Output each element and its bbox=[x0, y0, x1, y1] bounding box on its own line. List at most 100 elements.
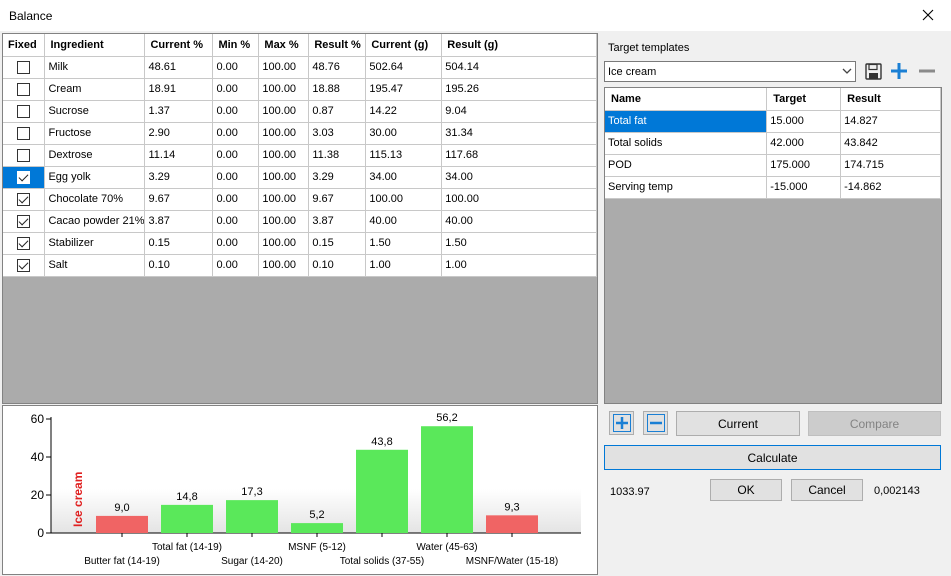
col-name-header[interactable]: Name bbox=[605, 88, 768, 111]
calculate-button[interactable]: Calculate bbox=[604, 445, 941, 470]
target-target-cell[interactable]: 15.000 bbox=[766, 110, 842, 133]
current-button[interactable]: Current bbox=[676, 411, 800, 436]
col-max-pct-header[interactable]: Max % bbox=[258, 34, 310, 57]
max-pct-cell[interactable]: 100.00 bbox=[258, 188, 310, 211]
remove-target-button[interactable] bbox=[643, 411, 668, 435]
current-pct-cell[interactable]: 0.10 bbox=[144, 254, 214, 277]
target-result-cell[interactable]: 43.842 bbox=[840, 132, 941, 155]
current-pct-cell[interactable]: 9.67 bbox=[144, 188, 214, 211]
add-target-button[interactable] bbox=[609, 411, 634, 435]
ingredient-cell[interactable]: Milk bbox=[44, 56, 146, 79]
result-pct-cell[interactable]: 0.15 bbox=[308, 232, 367, 255]
current-g-cell[interactable]: 34.00 bbox=[365, 166, 443, 189]
result-g-cell[interactable]: 1.50 bbox=[441, 232, 597, 255]
table-row[interactable]: POD 175.000 174.715 bbox=[605, 154, 941, 177]
target-name-cell[interactable]: Serving temp bbox=[605, 176, 768, 199]
result-pct-cell[interactable]: 0.87 bbox=[308, 100, 367, 123]
target-name-cell[interactable]: Total solids bbox=[605, 132, 768, 155]
fixed-cell[interactable] bbox=[3, 122, 46, 145]
col-min-pct-header[interactable]: Min % bbox=[212, 34, 260, 57]
fixed-cell[interactable] bbox=[3, 188, 46, 211]
current-pct-cell[interactable]: 0.15 bbox=[144, 232, 214, 255]
min-pct-cell[interactable]: 0.00 bbox=[212, 100, 260, 123]
result-pct-cell[interactable]: 11.38 bbox=[308, 144, 367, 167]
col-current-pct-header[interactable]: Current % bbox=[144, 34, 214, 57]
current-pct-cell[interactable]: 3.29 bbox=[144, 166, 214, 189]
result-pct-cell[interactable]: 9.67 bbox=[308, 188, 367, 211]
current-pct-cell[interactable]: 1.37 bbox=[144, 100, 214, 123]
table-row[interactable]: Total fat 15.000 14.827 bbox=[605, 110, 941, 133]
result-pct-cell[interactable]: 0.10 bbox=[308, 254, 367, 277]
min-pct-cell[interactable]: 0.00 bbox=[212, 188, 260, 211]
compare-button[interactable]: Compare bbox=[808, 411, 941, 436]
current-g-cell[interactable]: 100.00 bbox=[365, 188, 443, 211]
fixed-cell[interactable] bbox=[3, 56, 46, 79]
max-pct-cell[interactable]: 100.00 bbox=[258, 144, 310, 167]
fixed-checkbox[interactable] bbox=[17, 170, 31, 184]
fixed-cell[interactable] bbox=[3, 78, 46, 101]
current-pct-cell[interactable]: 2.90 bbox=[144, 122, 214, 145]
target-result-cell[interactable]: 14.827 bbox=[840, 110, 941, 133]
max-pct-cell[interactable]: 100.00 bbox=[258, 210, 310, 233]
result-pct-cell[interactable]: 3.03 bbox=[308, 122, 367, 145]
target-target-cell[interactable]: 175.000 bbox=[766, 154, 842, 177]
current-pct-cell[interactable]: 48.61 bbox=[144, 56, 214, 79]
table-row[interactable]: Total solids 42.000 43.842 bbox=[605, 132, 941, 155]
current-g-cell[interactable]: 40.00 bbox=[365, 210, 443, 233]
col-ingredient-header[interactable]: Ingredient bbox=[44, 34, 146, 57]
col-result-g-header[interactable]: Result (g) bbox=[441, 34, 597, 57]
max-pct-cell[interactable]: 100.00 bbox=[258, 232, 310, 255]
target-target-cell[interactable]: -15.000 bbox=[766, 176, 842, 199]
current-g-cell[interactable]: 14.22 bbox=[365, 100, 443, 123]
min-pct-cell[interactable]: 0.00 bbox=[212, 78, 260, 101]
target-result-cell[interactable]: 174.715 bbox=[840, 154, 941, 177]
max-pct-cell[interactable]: 100.00 bbox=[258, 56, 310, 79]
min-pct-cell[interactable]: 0.00 bbox=[212, 122, 260, 145]
min-pct-cell[interactable]: 0.00 bbox=[212, 254, 260, 277]
fixed-cell[interactable] bbox=[3, 166, 46, 189]
min-pct-cell[interactable]: 0.00 bbox=[212, 166, 260, 189]
result-pct-cell[interactable]: 3.87 bbox=[308, 210, 367, 233]
ingredient-cell[interactable]: Sucrose bbox=[44, 100, 146, 123]
table-row[interactable]: Cream 18.91 0.00 100.00 18.88 195.47 195.26 bbox=[3, 78, 597, 101]
fixed-checkbox[interactable] bbox=[17, 148, 31, 162]
col-current-g-header[interactable]: Current (g) bbox=[365, 34, 443, 57]
save-template-button[interactable] bbox=[863, 61, 883, 81]
fixed-checkbox[interactable] bbox=[17, 104, 31, 118]
current-g-cell[interactable]: 1.00 bbox=[365, 254, 443, 277]
max-pct-cell[interactable]: 100.00 bbox=[258, 122, 310, 145]
result-pct-cell[interactable]: 18.88 bbox=[308, 78, 367, 101]
target-target-cell[interactable]: 42.000 bbox=[766, 132, 842, 155]
result-pct-cell[interactable]: 48.76 bbox=[308, 56, 367, 79]
ingredient-cell[interactable]: Egg yolk bbox=[44, 166, 146, 189]
table-row[interactable]: Dextrose 11.14 0.00 100.00 11.38 115.13 117.68 bbox=[3, 144, 597, 167]
ingredient-cell[interactable]: Cacao powder 21% bbox=[44, 210, 146, 233]
result-g-cell[interactable]: 117.68 bbox=[441, 144, 597, 167]
max-pct-cell[interactable]: 100.00 bbox=[258, 100, 310, 123]
min-pct-cell[interactable]: 0.00 bbox=[212, 210, 260, 233]
table-row[interactable]: Milk 48.61 0.00 100.00 48.76 502.64 504.14 bbox=[3, 56, 597, 79]
max-pct-cell[interactable]: 100.00 bbox=[258, 254, 310, 277]
result-g-cell[interactable]: 40.00 bbox=[441, 210, 597, 233]
result-pct-cell[interactable]: 3.29 bbox=[308, 166, 367, 189]
result-g-cell[interactable]: 100.00 bbox=[441, 188, 597, 211]
table-row[interactable]: Chocolate 70% 9.67 0.00 100.00 9.67 100.00 100… bbox=[3, 188, 597, 211]
min-pct-cell[interactable]: 0.00 bbox=[212, 232, 260, 255]
result-g-cell[interactable]: 504.14 bbox=[441, 56, 597, 79]
col-result-header[interactable]: Result bbox=[840, 88, 941, 111]
close-button[interactable] bbox=[911, 2, 945, 28]
current-g-cell[interactable]: 502.64 bbox=[365, 56, 443, 79]
fixed-checkbox[interactable] bbox=[17, 236, 31, 250]
current-g-cell[interactable]: 195.47 bbox=[365, 78, 443, 101]
table-row[interactable]: Salt 0.10 0.00 100.00 0.10 1.00 1.00 bbox=[3, 254, 597, 277]
fixed-checkbox[interactable] bbox=[17, 214, 31, 228]
fixed-cell[interactable] bbox=[3, 144, 46, 167]
fixed-checkbox[interactable] bbox=[17, 126, 31, 140]
current-g-cell[interactable]: 115.13 bbox=[365, 144, 443, 167]
fixed-checkbox[interactable] bbox=[17, 60, 31, 74]
fixed-checkbox[interactable] bbox=[17, 258, 31, 272]
max-pct-cell[interactable]: 100.00 bbox=[258, 166, 310, 189]
fixed-cell[interactable] bbox=[3, 210, 46, 233]
max-pct-cell[interactable]: 100.00 bbox=[258, 78, 310, 101]
table-row[interactable]: Egg yolk 3.29 0.00 100.00 3.29 34.00 34.00 bbox=[3, 166, 597, 189]
